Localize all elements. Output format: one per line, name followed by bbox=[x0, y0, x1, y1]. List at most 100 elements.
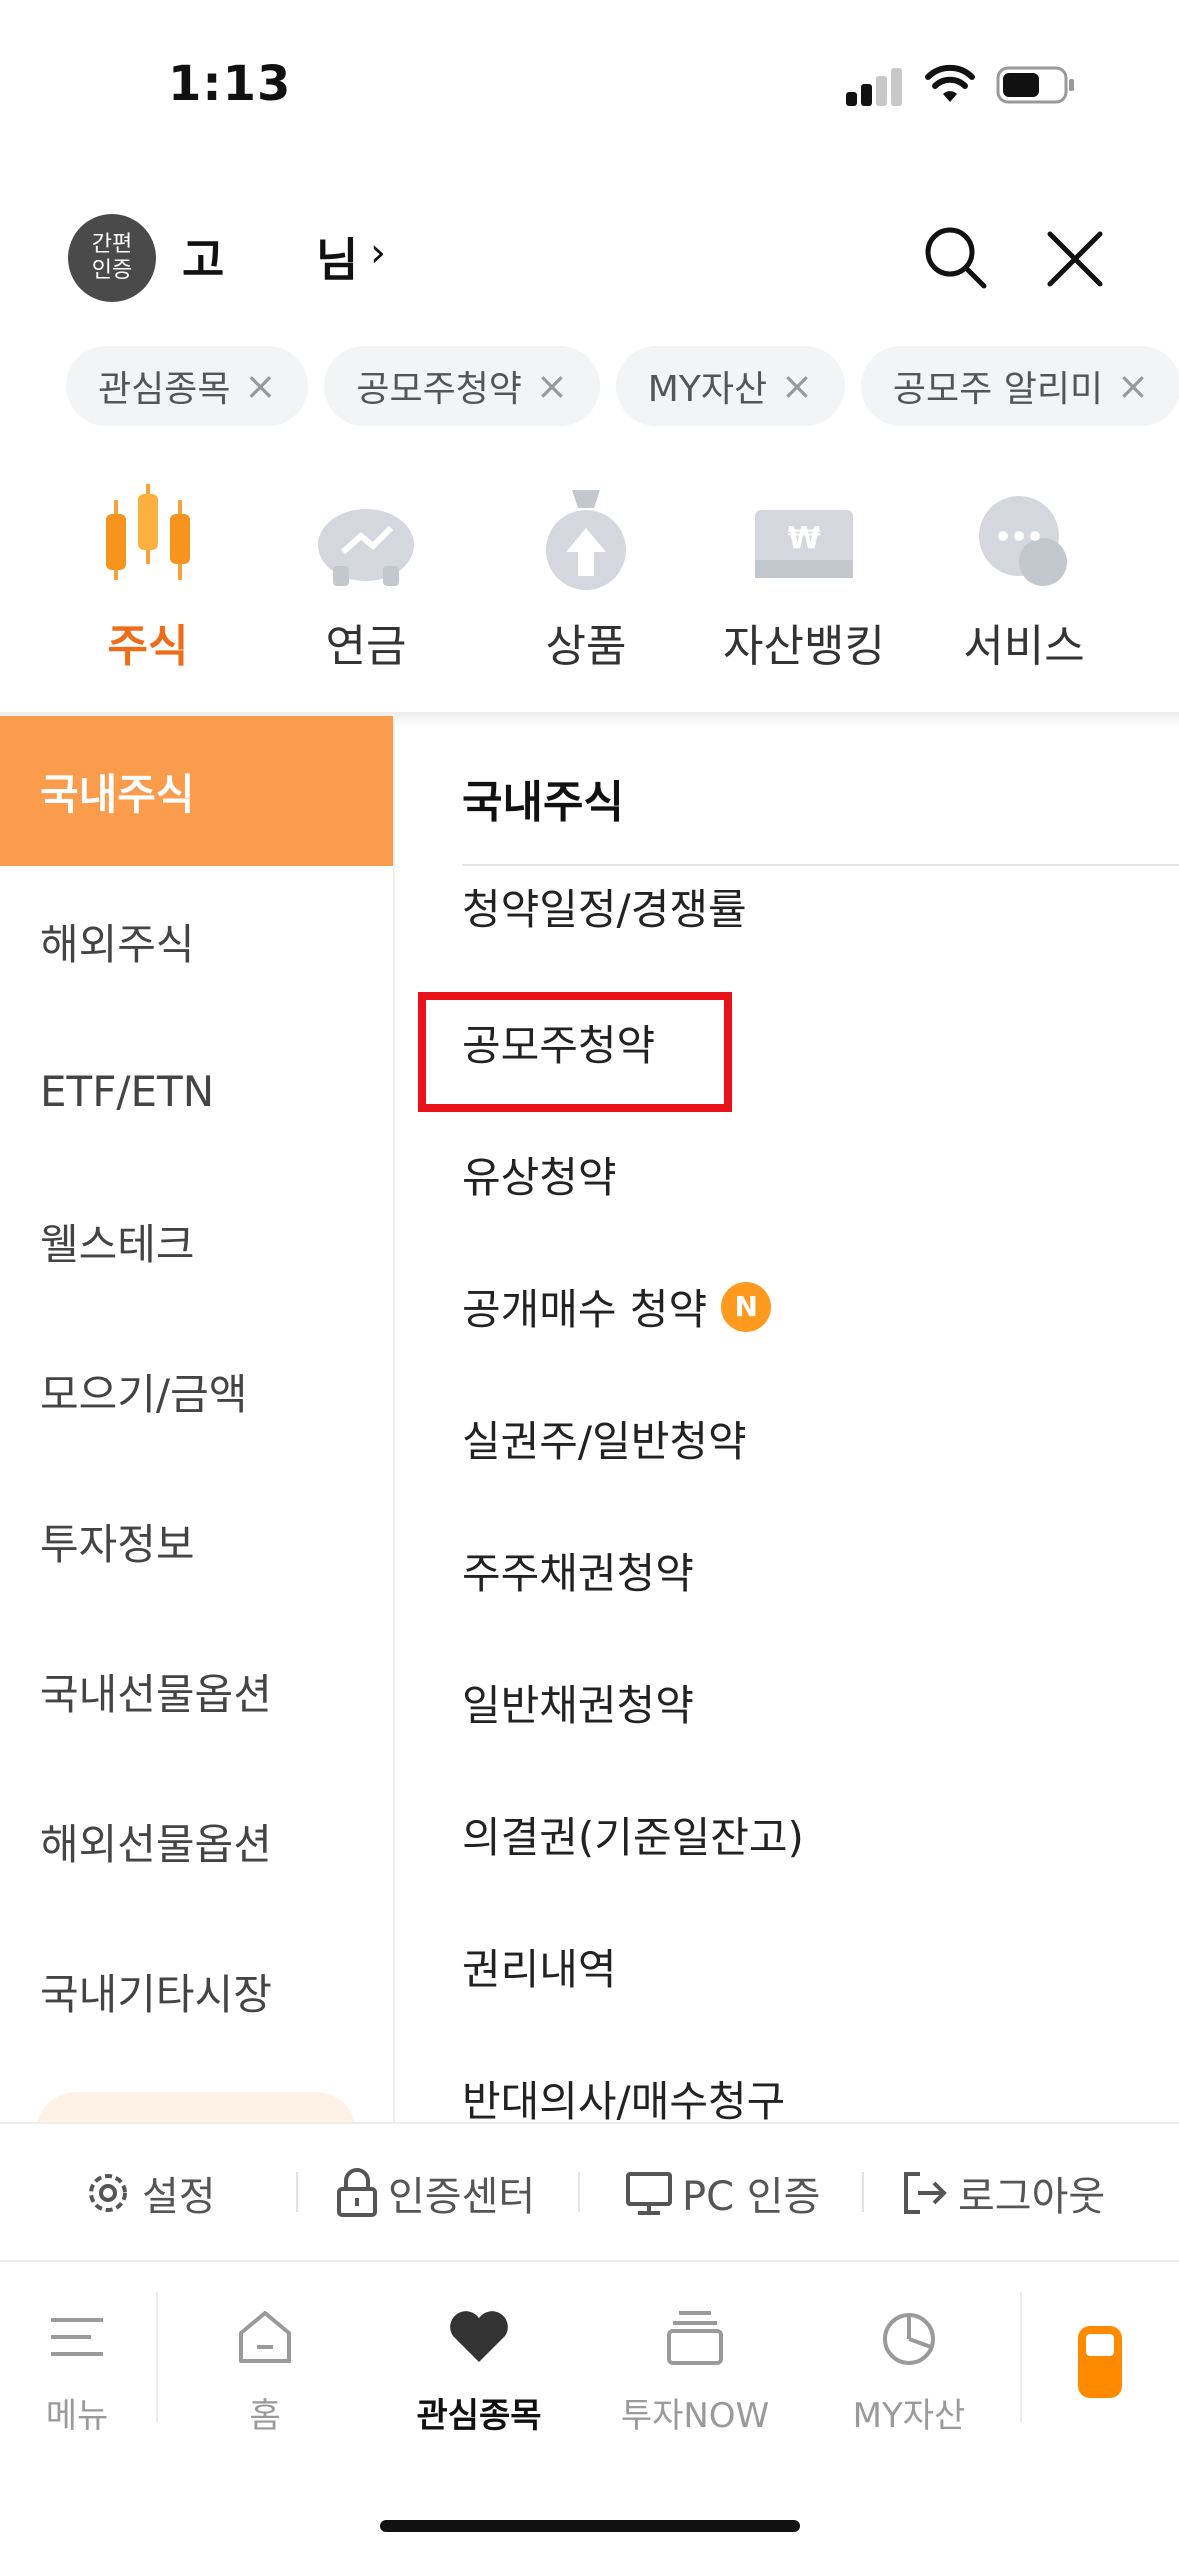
candlestick-icon bbox=[106, 484, 190, 580]
utility-bar: 설정 인증센터 PC 인증 로그아웃 bbox=[0, 2122, 1179, 2262]
tab-separator bbox=[1020, 2292, 1022, 2422]
category-label: 상품 bbox=[545, 621, 627, 672]
submenu-item-forfeited-shares[interactable]: 실권주/일반청약 bbox=[462, 1408, 747, 1469]
category-label: 자산뱅킹 bbox=[723, 621, 885, 672]
settings-button[interactable]: 설정 bbox=[82, 2164, 216, 2222]
utility-separator bbox=[296, 2172, 298, 2212]
category-stock[interactable]: 주식 bbox=[38, 470, 258, 674]
phone-icon bbox=[1078, 2326, 1122, 2398]
submenu-item-dissent-buyback[interactable]: 반대의사/매수청구 bbox=[462, 2068, 785, 2122]
submenu-item-ipo-subscription[interactable]: 공모주청약 bbox=[462, 1012, 655, 1073]
submenu-panel: 국내주식 청약일정/경쟁률 공모주청약 유상청약 공개매수 청약 N 실권주/일… bbox=[394, 716, 1179, 2122]
auth-center-label: 인증센터 bbox=[388, 2174, 536, 2220]
submenu-item-voting-rights[interactable]: 의결권(기준일잔고) bbox=[462, 1804, 804, 1865]
cellular-signal-icon bbox=[846, 66, 904, 106]
home-indicator bbox=[380, 2520, 800, 2532]
tab-label: 홈 bbox=[249, 2396, 281, 2436]
category-asset-banking[interactable]: ₩ 자산뱅킹 bbox=[694, 470, 914, 674]
utility-separator bbox=[862, 2172, 864, 2212]
logout-label: 로그아웃 bbox=[958, 2174, 1106, 2220]
chip-ipo-alert[interactable]: 공모주 알리미 × bbox=[860, 346, 1179, 426]
nav-item-overseas-futures[interactable]: 해외선물옵션 bbox=[0, 1766, 393, 1916]
chip-label: 공모주청약 bbox=[356, 369, 522, 410]
nav-item-savings-amount[interactable]: 모으기/금액 bbox=[0, 1316, 393, 1466]
nav-item-investment-info[interactable]: 투자정보 bbox=[0, 1466, 393, 1616]
tab-menu[interactable]: 메뉴 bbox=[0, 2302, 172, 2437]
tab-label: 관심종목 bbox=[416, 2396, 542, 2436]
category-products[interactable]: 상품 bbox=[476, 470, 696, 674]
nav-item-wealthtech[interactable]: 웰스테크 bbox=[0, 1166, 393, 1316]
wifi-icon bbox=[925, 64, 975, 102]
close-icon[interactable] bbox=[1040, 224, 1110, 294]
chip-remove-icon[interactable]: × bbox=[536, 364, 568, 408]
settings-label: 설정 bbox=[142, 2174, 216, 2220]
money-bag-icon bbox=[546, 490, 626, 590]
category-label: 주식 bbox=[107, 621, 189, 672]
user-name[interactable]: 고 bbox=[182, 224, 224, 290]
stack-icon bbox=[667, 2311, 723, 2365]
heart-icon bbox=[450, 2311, 508, 2362]
chip-remove-icon[interactable]: × bbox=[781, 364, 813, 408]
tab-label: 메뉴 bbox=[45, 2396, 109, 2436]
utility-separator bbox=[578, 2172, 580, 2212]
category-pension[interactable]: 연금 bbox=[256, 470, 476, 674]
chip-ipo-subscription[interactable]: 공모주청약 × bbox=[324, 346, 600, 426]
search-icon[interactable] bbox=[920, 222, 990, 292]
category-service[interactable]: 서비스 bbox=[914, 470, 1134, 674]
chip-remove-icon[interactable]: × bbox=[1117, 364, 1149, 408]
chip-label: MY자산 bbox=[647, 369, 768, 410]
tab-label: 투자NOW bbox=[620, 2396, 770, 2436]
submenu-item-rights-offering[interactable]: 유상청약 bbox=[462, 1144, 617, 1205]
chip-label: 관심종목 bbox=[98, 369, 231, 410]
recent-menu-chips: 관심종목 × 공모주청약 × MY자산 × 공모주 알리미 × bbox=[66, 346, 1179, 426]
new-badge: N bbox=[721, 1281, 772, 1332]
submenu-title: 국내주식 bbox=[462, 777, 624, 828]
auth-badge-line1: 간편 bbox=[91, 232, 133, 257]
nav-item-domestic-futures[interactable]: 국내선물옵션 bbox=[0, 1616, 393, 1766]
pc-auth-button[interactable]: PC 인증 bbox=[624, 2164, 820, 2222]
submenu-item-schedule[interactable]: 청약일정/경쟁률 bbox=[462, 876, 747, 937]
logout-button[interactable]: 로그아웃 bbox=[900, 2164, 1105, 2222]
nav-item-domestic-stock[interactable]: 국내주식 bbox=[0, 716, 393, 866]
submenu-item-label: 공개매수 청약 bbox=[462, 1285, 708, 1334]
submenu-item-general-bond[interactable]: 일반채권청약 bbox=[462, 1672, 694, 1733]
tab-home[interactable]: 홈 bbox=[170, 2302, 360, 2437]
user-honorific[interactable]: 님 bbox=[316, 224, 358, 290]
nav-item-etf-etn[interactable]: ETF/ETN bbox=[0, 1016, 393, 1166]
nav-item-domestic-other-market[interactable]: 국내기타시장 bbox=[0, 1916, 393, 2066]
menu-icon bbox=[51, 2318, 103, 2356]
tab-my-assets[interactable]: MY자산 bbox=[814, 2302, 1004, 2437]
pie-chart-icon bbox=[883, 2313, 935, 2365]
submenu-divider bbox=[462, 864, 1179, 866]
tab-label: MY자산 bbox=[852, 2396, 966, 2436]
submenu-item-shareholder-bond[interactable]: 주주채권청약 bbox=[462, 1540, 694, 1601]
bottom-tab-bar: 메뉴 홈 관심종목 투자NOW MY자산 bbox=[0, 2260, 1179, 2558]
tab-watchlist[interactable]: 관심종목 bbox=[384, 2302, 574, 2437]
chip-my-assets[interactable]: MY자산 × bbox=[615, 346, 845, 426]
category-label: 서비스 bbox=[963, 621, 1085, 672]
logout-icon bbox=[904, 2172, 947, 2214]
tab-separator bbox=[156, 2292, 158, 2422]
lock-icon bbox=[337, 2168, 377, 2217]
auth-center-button[interactable]: 인증센터 bbox=[334, 2164, 535, 2222]
quick-action-button[interactable] bbox=[1076, 2324, 1124, 2404]
status-time: 1:13 bbox=[168, 56, 292, 112]
svg-text:₩: ₩ bbox=[787, 521, 820, 556]
chip-remove-icon[interactable]: × bbox=[244, 364, 276, 408]
nav-peek-button[interactable] bbox=[36, 2092, 356, 2122]
chip-label: 공모주 알리미 bbox=[892, 369, 1104, 410]
nav-item-overseas-stock[interactable]: 해외주식 bbox=[0, 866, 393, 1016]
chevron-right-icon[interactable]: › bbox=[370, 230, 386, 276]
submenu-item-rights-history[interactable]: 권리내역 bbox=[462, 1936, 617, 1997]
home-icon bbox=[239, 2311, 291, 2363]
chip-watchlist[interactable]: 관심종목 × bbox=[66, 346, 309, 426]
auth-badge-line2: 인증 bbox=[91, 258, 133, 283]
pc-auth-label: PC 인증 bbox=[682, 2174, 821, 2220]
won-card-icon: ₩ bbox=[755, 510, 853, 578]
simple-auth-badge[interactable]: 간편 인증 bbox=[68, 214, 156, 302]
monitor-icon bbox=[626, 2172, 672, 2215]
category-label: 연금 bbox=[325, 621, 407, 672]
submenu-item-tender-offer[interactable]: 공개매수 청약 N bbox=[462, 1276, 772, 1337]
tab-invest-now[interactable]: 투자NOW bbox=[600, 2302, 790, 2437]
left-nav: 국내주식 해외주식 ETF/ETN 웰스테크 모으기/금액 투자정보 국내선물옵… bbox=[0, 716, 395, 2122]
